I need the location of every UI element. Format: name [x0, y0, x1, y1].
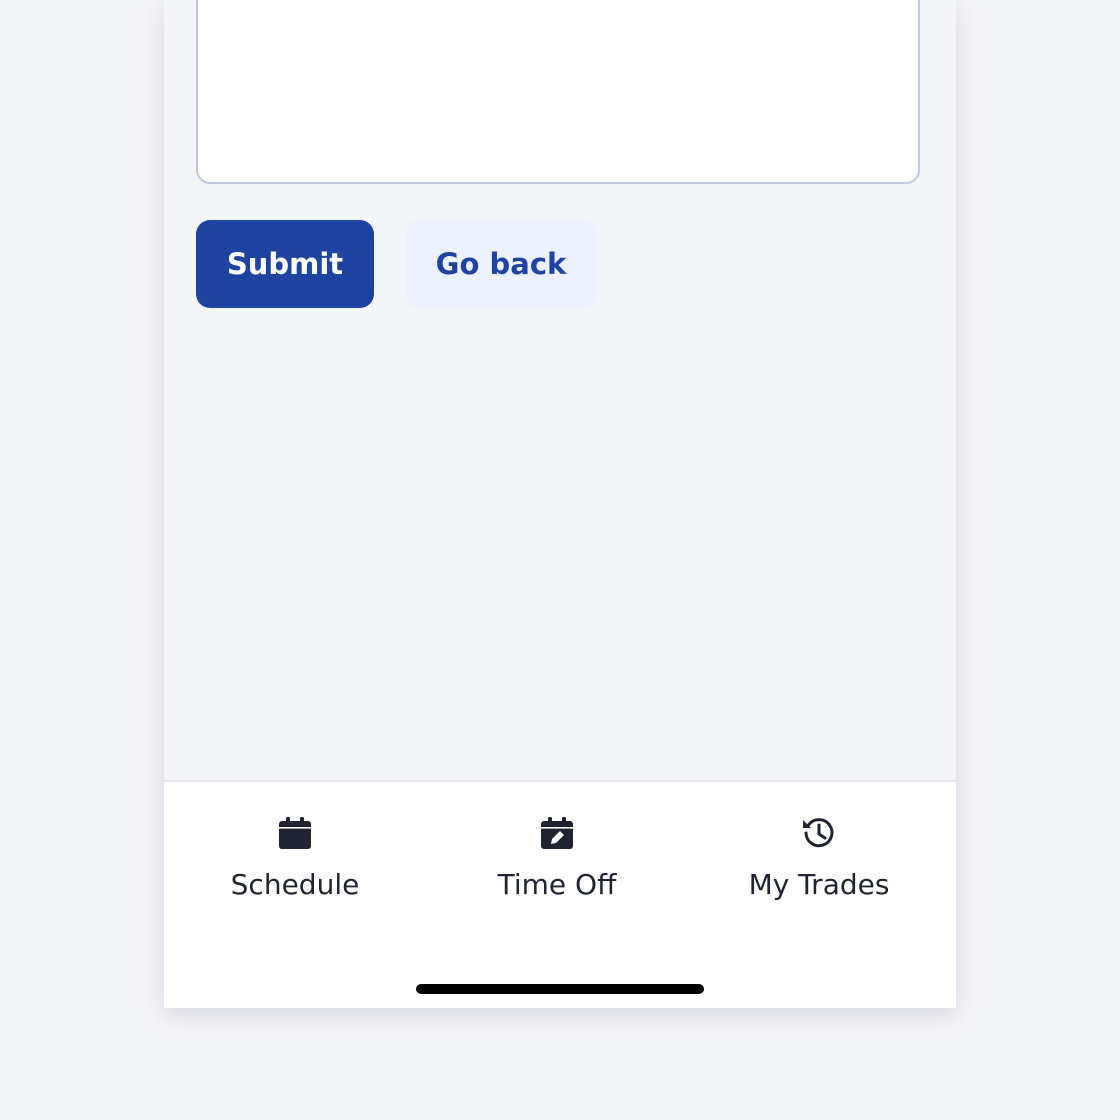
main-content: Submit Go back: [164, 0, 956, 780]
calendar-icon: [276, 814, 314, 852]
bottom-tab-bar: Schedule Time Off My Trades: [164, 780, 956, 1008]
calendar-edit-icon: [538, 814, 576, 852]
history-icon: [800, 814, 838, 852]
tab-schedule-label: Schedule: [230, 868, 360, 901]
phone-screen: Submit Go back Schedule Time Off My Trad…: [164, 0, 956, 1008]
tab-schedule[interactable]: Schedule: [175, 814, 415, 914]
home-indicator: [416, 984, 704, 994]
tab-time-off-label: Time Off: [497, 868, 617, 901]
tab-my-trades[interactable]: My Trades: [699, 814, 939, 914]
tab-my-trades-label: My Trades: [748, 868, 890, 901]
tab-time-off[interactable]: Time Off: [437, 814, 677, 914]
go-back-button[interactable]: Go back: [406, 220, 596, 308]
comment-textarea[interactable]: [196, 0, 920, 184]
submit-button[interactable]: Submit: [196, 220, 374, 308]
